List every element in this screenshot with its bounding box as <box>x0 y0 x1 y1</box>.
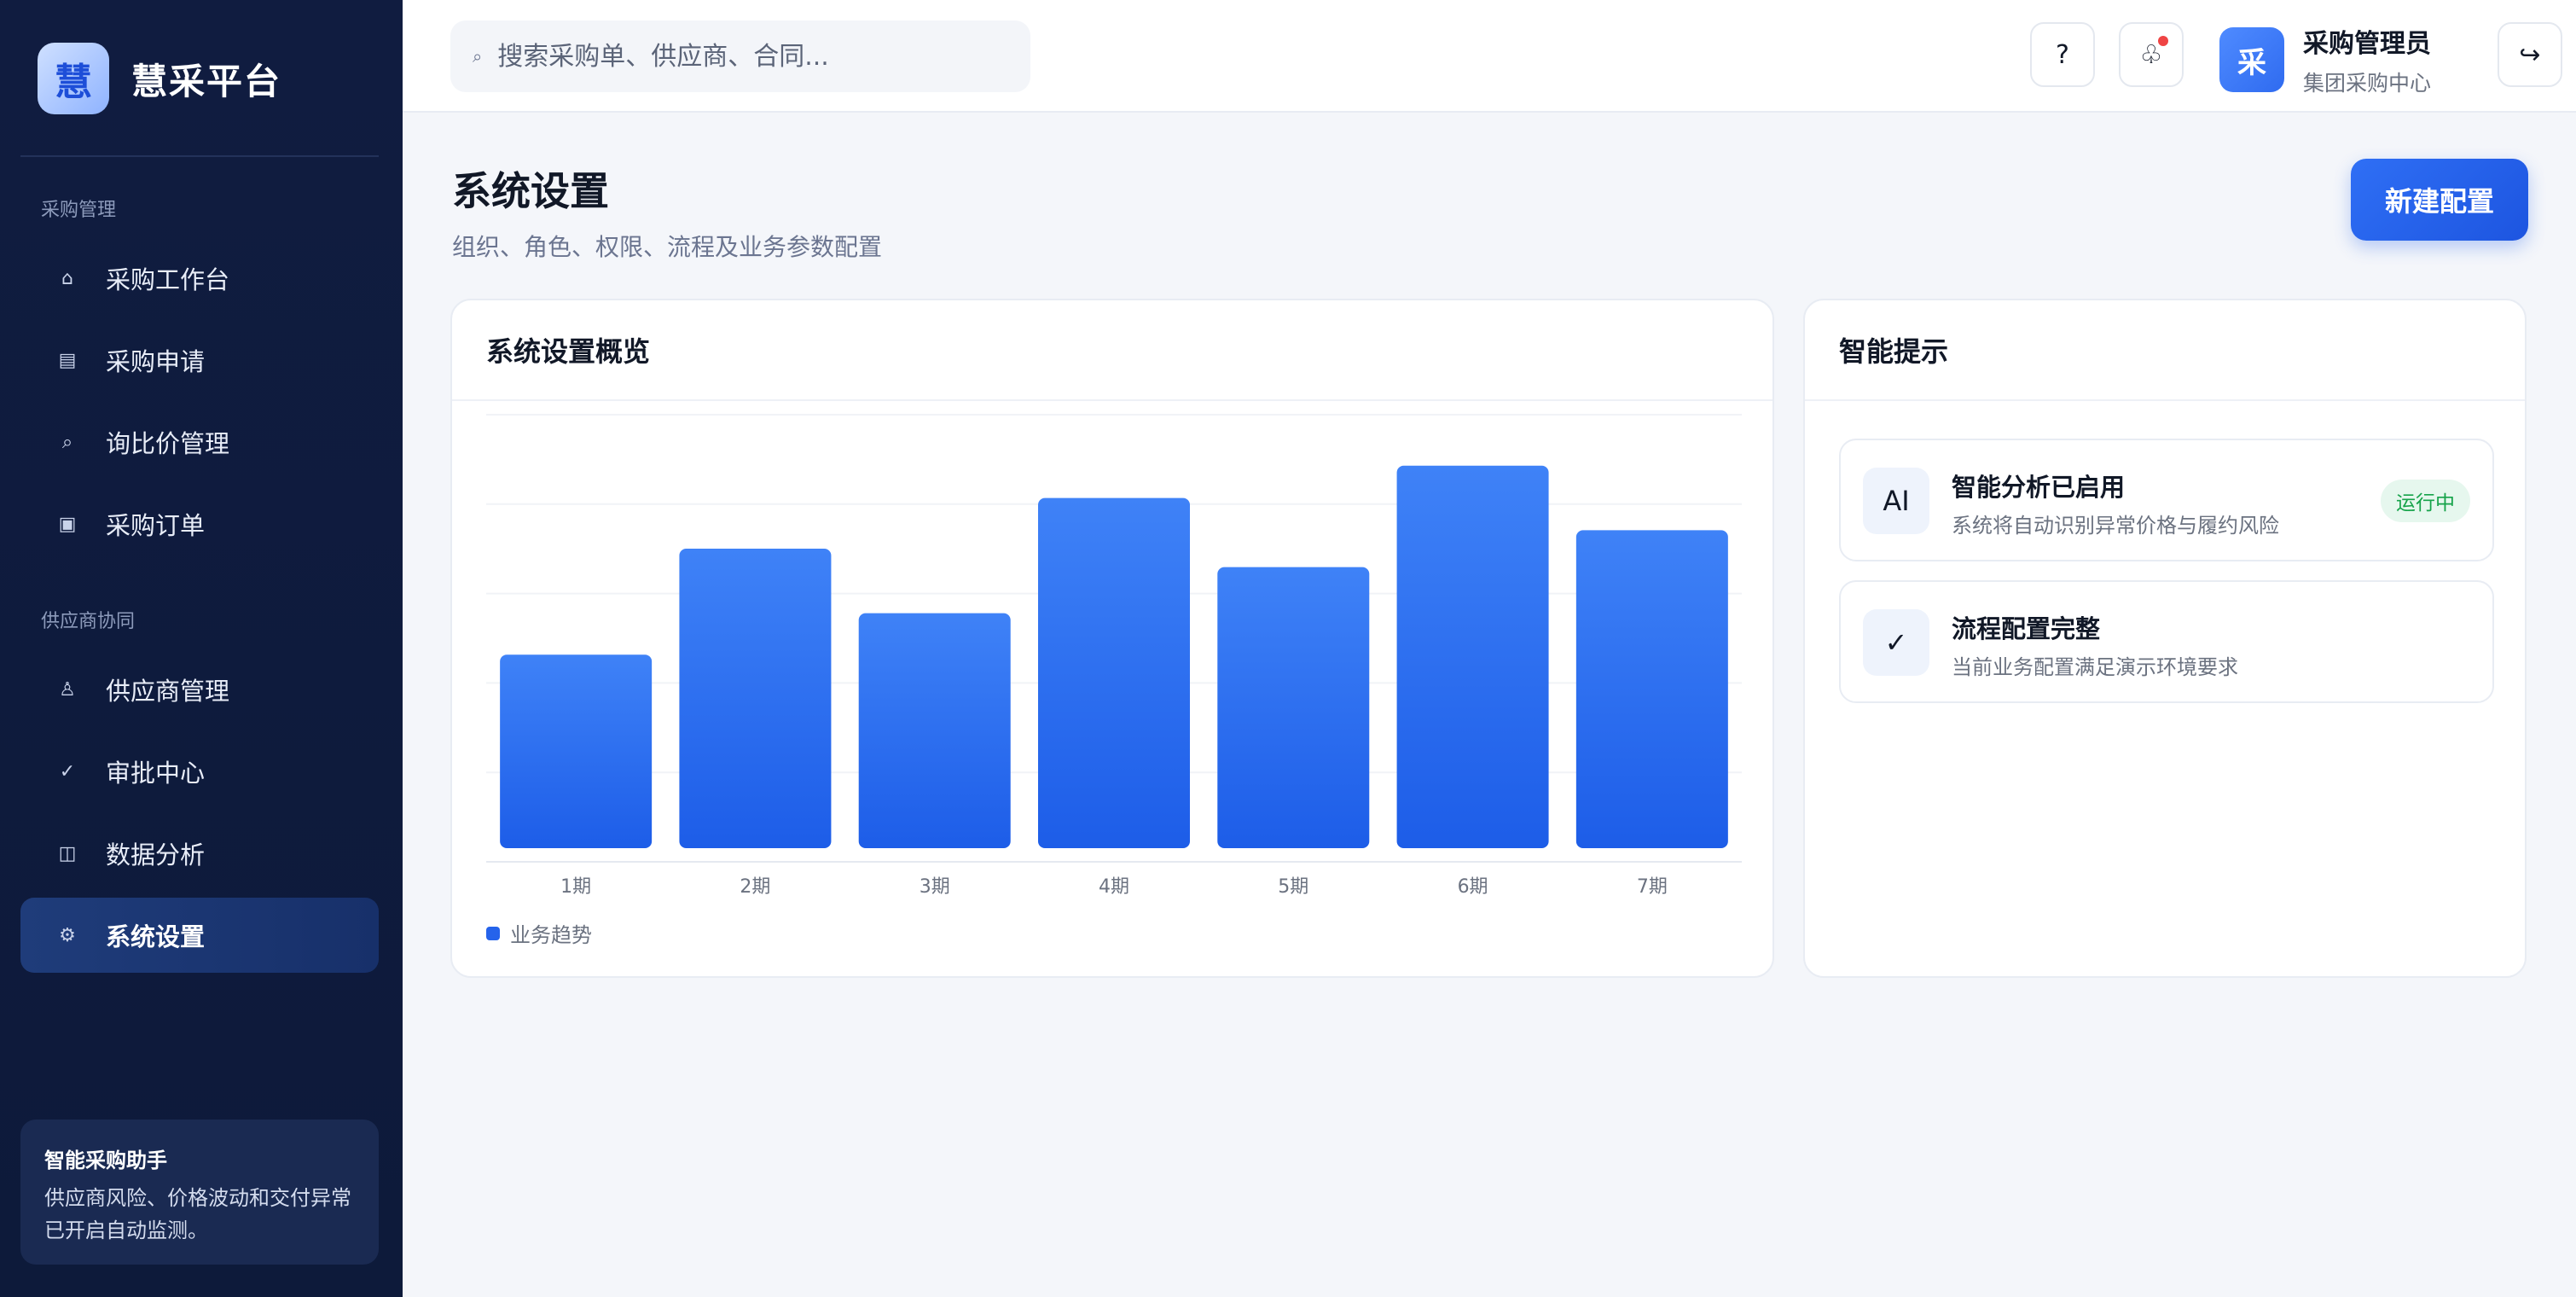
x-tick-label: 6期 <box>1458 876 1488 898</box>
gear-icon: ⚙ <box>59 924 76 946</box>
sidebar-item-label: 系统设置 <box>106 922 206 951</box>
sidebar-item-label: 审批中心 <box>106 759 206 788</box>
chart-card-header: 系统设置概览 <box>452 300 1772 401</box>
tip-description: 系统将自动识别异常价格与履约风险 <box>1952 514 2279 538</box>
chart-bar[interactable] <box>858 613 1011 848</box>
tip-item-workflow-config[interactable]: ✓ 流程配置完整 当前业务配置满足演示环境要求 <box>1839 580 2494 703</box>
user-name: 采购管理员 <box>2303 29 2431 59</box>
x-tick-label: 1期 <box>560 876 591 898</box>
ai-icon: AI <box>1863 468 1929 534</box>
notification-button[interactable]: ♧ <box>2119 22 2184 87</box>
chart-bar[interactable] <box>1575 530 1728 848</box>
brand-logo: 慧 <box>38 43 109 114</box>
x-tick-label: 4期 <box>1099 876 1129 898</box>
avatar: 采 <box>2219 27 2284 92</box>
sidebar-item-label: 供应商管理 <box>106 677 230 706</box>
sidebar-item-supplier-management[interactable]: ♙ 供应商管理 <box>20 652 379 727</box>
chart-bar[interactable] <box>679 549 832 848</box>
bar-chart: 1期 2期 3期 4期 5期 6期 7期 <box>486 414 1742 898</box>
sidebar-item-label: 询比价管理 <box>106 429 230 458</box>
user-info: 采购管理员 集团采购中心 <box>2303 22 2431 97</box>
order-icon: ▣ <box>58 513 77 535</box>
search-input[interactable] <box>497 41 1010 72</box>
page-subtitle: 组织、角色、权限、流程及业务参数配置 <box>452 233 883 261</box>
chart-legend: 业务趋势 <box>486 918 592 948</box>
search-bar[interactable]: ⌕ <box>450 20 1030 92</box>
smart-tips-card: 智能提示 AI 智能分析已启用 系统将自动识别异常价格与履约风险 运行中 ✓ 流… <box>1803 299 2527 978</box>
notification-dot <box>2158 36 2168 46</box>
chart-card-title: 系统设置概览 <box>486 335 651 368</box>
nav-section-title-supplier: 供应商协同 <box>41 611 136 632</box>
supplier-icon: ♙ <box>59 678 76 701</box>
logout-button[interactable]: ↪ <box>2498 22 2562 87</box>
search-icon: ⌕ <box>473 46 483 67</box>
overview-chart-card: 系统设置概览 1期 2期 3期 4期 5期 6期 7期 业务趋势 <box>450 299 1774 978</box>
sidebar-item-purchase-request[interactable]: ▤ 采购申请 <box>20 323 379 398</box>
sidebar-item-label: 采购订单 <box>106 511 206 540</box>
x-tick-label: 3期 <box>920 876 950 898</box>
x-tick-label: 5期 <box>1278 876 1308 898</box>
chart-bar[interactable] <box>500 654 653 848</box>
sidebar-item-label: 数据分析 <box>106 840 206 870</box>
logout-icon: ↪ <box>2519 39 2541 70</box>
chart-bar[interactable] <box>1396 465 1549 848</box>
new-config-button[interactable]: 新建配置 <box>2351 159 2528 241</box>
chart-bar[interactable] <box>1038 497 1190 848</box>
sidebar: 慧 慧采平台 采购管理 ⌂ 采购工作台 ▤ 采购申请 ⌕ 询比价管理 ▣ 采购订… <box>0 0 403 1297</box>
brand-name: 慧采平台 <box>131 60 282 102</box>
user-department: 集团采购中心 <box>2303 71 2432 96</box>
search-icon: ⌕ <box>61 431 73 453</box>
assistant-text: 供应商风险、价格波动和交付异常已开启自动监测。 <box>44 1186 351 1242</box>
topbar: ⌕ ? ♧ 采 采购管理员 集团采购中心 ↪ <box>403 0 2576 113</box>
sidebar-item-approval[interactable]: ✓ 审批中心 <box>20 734 379 809</box>
nav-section-title-procurement: 采购管理 <box>41 200 117 221</box>
tip-item-ai-analysis[interactable]: AI 智能分析已启用 系统将自动识别异常价格与履约风险 运行中 <box>1839 439 2494 561</box>
app-root: 慧 慧采平台 采购管理 ⌂ 采购工作台 ▤ 采购申请 ⌕ 询比价管理 ▣ 采购订… <box>0 0 2576 1297</box>
sidebar-divider <box>20 155 379 157</box>
checkmark-icon: ✓ <box>1863 609 1929 676</box>
legend-label: 业务趋势 <box>510 923 592 947</box>
tip-title: 智能分析已启用 <box>1952 473 2126 502</box>
document-icon: ▤ <box>58 349 77 371</box>
tip-description: 当前业务配置满足演示环境要求 <box>1952 655 2238 679</box>
brand[interactable]: 慧 慧采平台 <box>38 43 281 114</box>
chart-bar[interactable] <box>1217 567 1370 848</box>
check-icon: ✓ <box>59 760 76 782</box>
tips-card-title: 智能提示 <box>1839 335 1949 368</box>
home-icon: ⌂ <box>61 267 73 289</box>
sidebar-item-analytics[interactable]: ◫ 数据分析 <box>20 816 379 891</box>
help-icon: ? <box>2056 39 2069 70</box>
page-title: 系统设置 <box>452 168 609 214</box>
analytics-icon: ◫ <box>58 842 77 864</box>
assistant-panel: 智能采购助手 供应商风险、价格波动和交付异常已开启自动监测。 <box>20 1120 379 1265</box>
sidebar-item-label: 采购申请 <box>106 347 206 376</box>
sidebar-item-settings[interactable]: ⚙ 系统设置 <box>20 898 379 973</box>
x-tick-label: 2期 <box>740 876 770 898</box>
sidebar-item-label: 采购工作台 <box>106 265 230 294</box>
tips-card-header: 智能提示 <box>1805 300 2525 401</box>
tip-title: 流程配置完整 <box>1952 614 2101 643</box>
sidebar-item-workbench[interactable]: ⌂ 采购工作台 <box>20 241 379 316</box>
user-profile[interactable]: 采 采购管理员 集团采购中心 <box>2219 22 2431 97</box>
sidebar-item-purchase-order[interactable]: ▣ 采购订单 <box>20 486 379 561</box>
sidebar-item-quotation[interactable]: ⌕ 询比价管理 <box>20 404 379 480</box>
help-button[interactable]: ? <box>2030 22 2095 87</box>
status-badge: 运行中 <box>2381 480 2470 522</box>
assistant-title: 智能采购助手 <box>44 1149 167 1172</box>
legend-swatch <box>486 926 500 940</box>
x-tick-label: 7期 <box>1637 876 1668 898</box>
